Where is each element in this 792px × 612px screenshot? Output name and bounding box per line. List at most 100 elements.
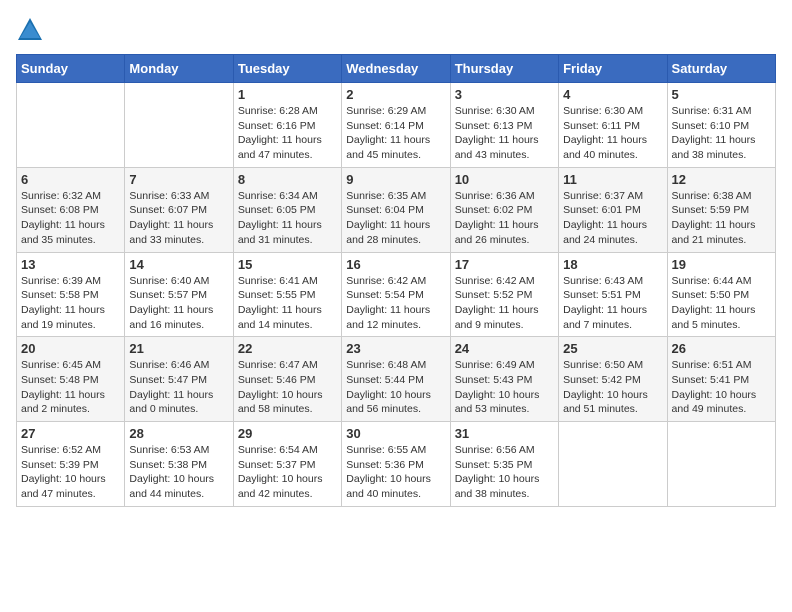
header-sunday: Sunday — [17, 55, 125, 83]
day-number: 28 — [129, 426, 228, 441]
calendar-cell: 29Sunrise: 6:54 AMSunset: 5:37 PMDayligh… — [233, 422, 341, 507]
calendar-cell: 14 Sunrise: 6:40 AMSunset: 5:57 PMDayligh… — [125, 252, 233, 337]
calendar-cell: 5Sunrise: 6:31 AMSunset: 6:10 PMDaylight… — [667, 83, 775, 168]
day-info: Sunrise: 6:36 AMSunset: 6:02 PMDaylight:… — [455, 189, 554, 248]
day-number: 18 — [563, 257, 662, 272]
day-number: 21 — [129, 341, 228, 356]
day-info: Sunrise: 6:39 AMSunset: 5:58 PMDaylight:… — [21, 274, 120, 333]
day-info: Sunrise: 6:41 AMSunset: 5:55 PMDaylight:… — [238, 274, 337, 333]
day-number: 20 — [21, 341, 120, 356]
day-number: 8 — [238, 172, 337, 187]
day-number: 3 — [455, 87, 554, 102]
day-number: 17 — [455, 257, 554, 272]
header-monday: Monday — [125, 55, 233, 83]
header-thursday: Thursday — [450, 55, 558, 83]
day-info: Sunrise: 6:33 AMSunset: 6:07 PMDaylight:… — [129, 189, 228, 248]
day-info: Sunrise: 6:40 AMSunset: 5:57 PMDaylight:… — [129, 274, 228, 333]
day-number: 15 — [238, 257, 337, 272]
day-number: 14 — [129, 257, 228, 272]
day-info: Sunrise: 6:34 AMSunset: 6:05 PMDaylight:… — [238, 189, 337, 248]
calendar-week-row: 6Sunrise: 6:32 AMSunset: 6:08 PMDaylight… — [17, 167, 776, 252]
logo — [16, 16, 48, 44]
calendar-cell: 20 Sunrise: 6:45 AMSunset: 5:48 PMDayligh… — [17, 337, 125, 422]
day-info: Sunrise: 6:30 AMSunset: 6:13 PMDaylight:… — [455, 104, 554, 163]
day-number: 11 — [563, 172, 662, 187]
calendar-cell: 23Sunrise: 6:48 AMSunset: 5:44 PMDayligh… — [342, 337, 450, 422]
calendar-week-row: 13 Sunrise: 6:39 AMSunset: 5:58 PMDayligh… — [17, 252, 776, 337]
day-info: Sunrise: 6:47 AMSunset: 5:46 PMDaylight:… — [238, 358, 337, 417]
day-info: Sunrise: 6:29 AMSunset: 6:14 PMDaylight:… — [346, 104, 445, 163]
day-number: 12 — [672, 172, 771, 187]
day-info: Sunrise: 6:54 AMSunset: 5:37 PMDaylight:… — [238, 443, 337, 502]
calendar-cell: 17 Sunrise: 6:42 AMSunset: 5:52 PMDayligh… — [450, 252, 558, 337]
day-info: Sunrise: 6:55 AMSunset: 5:36 PMDaylight:… — [346, 443, 445, 502]
calendar-cell: 25 Sunrise: 6:50 AMSunset: 5:42 PMDayligh… — [559, 337, 667, 422]
day-info: Sunrise: 6:49 AMSunset: 5:43 PMDaylight:… — [455, 358, 554, 417]
day-info: Sunrise: 6:38 AMSunset: 5:59 PMDaylight:… — [672, 189, 771, 248]
day-info: Sunrise: 6:51 AMSunset: 5:41 PMDaylight:… — [672, 358, 771, 417]
calendar-cell: 6Sunrise: 6:32 AMSunset: 6:08 PMDaylight… — [17, 167, 125, 252]
day-info: Sunrise: 6:28 AMSunset: 6:16 PMDaylight:… — [238, 104, 337, 163]
day-number: 9 — [346, 172, 445, 187]
calendar-cell — [559, 422, 667, 507]
calendar-week-row: 20 Sunrise: 6:45 AMSunset: 5:48 PMDayligh… — [17, 337, 776, 422]
day-number: 31 — [455, 426, 554, 441]
logo-icon — [16, 16, 44, 44]
day-number: 30 — [346, 426, 445, 441]
day-info: Sunrise: 6:53 AMSunset: 5:38 PMDaylight:… — [129, 443, 228, 502]
day-info: Sunrise: 6:46 AMSunset: 5:47 PMDaylight:… — [129, 358, 228, 417]
calendar-cell: 28 Sunrise: 6:53 AMSunset: 5:38 PMDayligh… — [125, 422, 233, 507]
calendar-cell: 26 Sunrise: 6:51 AMSunset: 5:41 PMDayligh… — [667, 337, 775, 422]
day-info: Sunrise: 6:30 AMSunset: 6:11 PMDaylight:… — [563, 104, 662, 163]
calendar-cell: 10 Sunrise: 6:36 AMSunset: 6:02 PMDayligh… — [450, 167, 558, 252]
calendar-cell: 27 Sunrise: 6:52 AMSunset: 5:39 PMDayligh… — [17, 422, 125, 507]
day-number: 19 — [672, 257, 771, 272]
calendar-header-row: SundayMondayTuesdayWednesdayThursdayFrid… — [17, 55, 776, 83]
header-tuesday: Tuesday — [233, 55, 341, 83]
day-info: Sunrise: 6:50 AMSunset: 5:42 PMDaylight:… — [563, 358, 662, 417]
day-number: 5 — [672, 87, 771, 102]
calendar-cell: 19 Sunrise: 6:44 AMSunset: 5:50 PMDayligh… — [667, 252, 775, 337]
day-number: 2 — [346, 87, 445, 102]
calendar-week-row: 1 Sunrise: 6:28 AMSunset: 6:16 PMDaylight… — [17, 83, 776, 168]
calendar-cell: 13 Sunrise: 6:39 AMSunset: 5:58 PMDayligh… — [17, 252, 125, 337]
calendar-cell: 24 Sunrise: 6:49 AMSunset: 5:43 PMDayligh… — [450, 337, 558, 422]
calendar-cell: 2 Sunrise: 6:29 AMSunset: 6:14 PMDaylight… — [342, 83, 450, 168]
calendar-cell: 18Sunrise: 6:43 AMSunset: 5:51 PMDayligh… — [559, 252, 667, 337]
day-number: 26 — [672, 341, 771, 356]
header-saturday: Saturday — [667, 55, 775, 83]
day-info: Sunrise: 6:48 AMSunset: 5:44 PMDaylight:… — [346, 358, 445, 417]
header-friday: Friday — [559, 55, 667, 83]
day-number: 10 — [455, 172, 554, 187]
day-number: 4 — [563, 87, 662, 102]
calendar-cell: 31 Sunrise: 6:56 AMSunset: 5:35 PMDayligh… — [450, 422, 558, 507]
calendar-cell — [667, 422, 775, 507]
header-wednesday: Wednesday — [342, 55, 450, 83]
day-number: 25 — [563, 341, 662, 356]
calendar-cell: 21 Sunrise: 6:46 AMSunset: 5:47 PMDayligh… — [125, 337, 233, 422]
calendar-cell — [125, 83, 233, 168]
day-number: 7 — [129, 172, 228, 187]
day-number: 27 — [21, 426, 120, 441]
calendar-cell: 15 Sunrise: 6:41 AMSunset: 5:55 PMDayligh… — [233, 252, 341, 337]
day-info: Sunrise: 6:52 AMSunset: 5:39 PMDaylight:… — [21, 443, 120, 502]
page-header — [16, 16, 776, 44]
calendar-cell: 9 Sunrise: 6:35 AMSunset: 6:04 PMDaylight… — [342, 167, 450, 252]
calendar-cell: 12 Sunrise: 6:38 AMSunset: 5:59 PMDayligh… — [667, 167, 775, 252]
calendar-cell: 30 Sunrise: 6:55 AMSunset: 5:36 PMDayligh… — [342, 422, 450, 507]
calendar-cell: 4 Sunrise: 6:30 AMSunset: 6:11 PMDaylight… — [559, 83, 667, 168]
calendar-week-row: 27 Sunrise: 6:52 AMSunset: 5:39 PMDayligh… — [17, 422, 776, 507]
calendar-cell: 16Sunrise: 6:42 AMSunset: 5:54 PMDayligh… — [342, 252, 450, 337]
day-info: Sunrise: 6:42 AMSunset: 5:52 PMDaylight:… — [455, 274, 554, 333]
day-info: Sunrise: 6:35 AMSunset: 6:04 PMDaylight:… — [346, 189, 445, 248]
day-info: Sunrise: 6:45 AMSunset: 5:48 PMDaylight:… — [21, 358, 120, 417]
day-number: 22 — [238, 341, 337, 356]
day-info: Sunrise: 6:44 AMSunset: 5:50 PMDaylight:… — [672, 274, 771, 333]
calendar-cell: 8 Sunrise: 6:34 AMSunset: 6:05 PMDaylight… — [233, 167, 341, 252]
day-number: 13 — [21, 257, 120, 272]
day-number: 1 — [238, 87, 337, 102]
day-info: Sunrise: 6:42 AMSunset: 5:54 PMDaylight:… — [346, 274, 445, 333]
day-number: 6 — [21, 172, 120, 187]
day-info: Sunrise: 6:56 AMSunset: 5:35 PMDaylight:… — [455, 443, 554, 502]
day-number: 24 — [455, 341, 554, 356]
